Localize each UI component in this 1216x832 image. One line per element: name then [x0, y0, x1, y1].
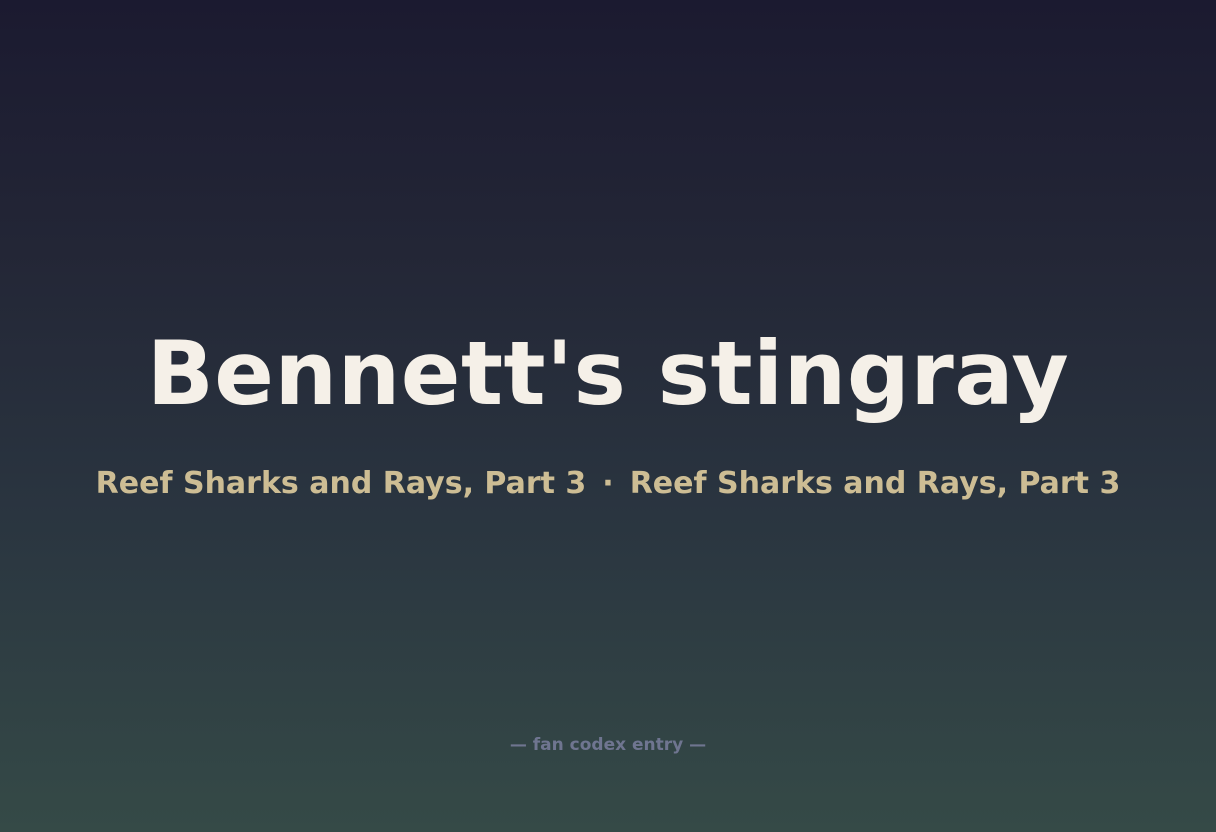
- subtitle-right: Reef Sharks and Rays, Part 3: [629, 466, 1121, 501]
- title-card: { "card": { "title": "Bennett's stingray…: [0, 0, 1216, 832]
- subtitle-left: Reef Sharks and Rays, Part 3: [95, 466, 587, 501]
- page-title: Bennett's stingray: [146, 322, 1070, 425]
- footer-caption: — fan codex entry —: [509, 735, 707, 755]
- subtitle: Reef Sharks and Rays, Part 3 · Reef Sharks…: [0, 466, 1216, 502]
- subtitle-separator: ·: [602, 466, 614, 501]
